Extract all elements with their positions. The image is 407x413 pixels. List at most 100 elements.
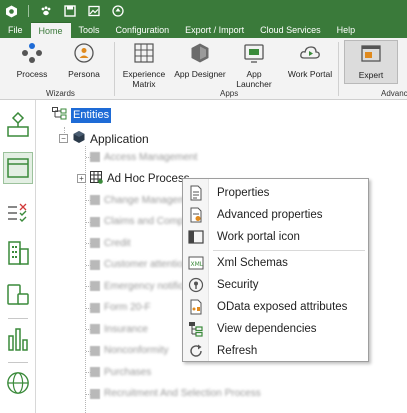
entity-icon bbox=[90, 281, 100, 291]
save-icon[interactable] bbox=[63, 4, 77, 18]
ribbon: Process Persona Experience Matrix App De… bbox=[0, 38, 407, 100]
experience-matrix-icon bbox=[133, 42, 155, 64]
experience-label-line1: Experience bbox=[122, 69, 166, 79]
title-separator bbox=[28, 5, 29, 17]
tree-item-label: Recruitment And Selection Process bbox=[104, 388, 261, 399]
app-launcher-icon bbox=[243, 42, 265, 64]
wizards-group-label: Wizards bbox=[46, 89, 75, 98]
tree-item-label: Ad Hoc Process bbox=[107, 172, 190, 185]
menu-item-label: Refresh bbox=[217, 345, 258, 357]
menu-item-refresh[interactable]: Refresh bbox=[183, 340, 368, 362]
menu-item-label: Advanced properties bbox=[217, 209, 323, 221]
tree-item[interactable]: Insurance bbox=[90, 322, 148, 336]
devices-icon[interactable] bbox=[6, 282, 30, 308]
process-label: Process bbox=[16, 69, 48, 79]
entity-icon bbox=[90, 259, 100, 270]
application-label: Application bbox=[90, 131, 149, 146]
menu-item-security[interactable]: Security bbox=[183, 274, 368, 296]
image-icon[interactable] bbox=[87, 4, 101, 18]
expert-button[interactable]: Expert bbox=[344, 40, 398, 84]
process-button[interactable]: Process bbox=[14, 40, 50, 79]
menu-item-label: OData exposed attributes bbox=[217, 301, 348, 313]
menu-item-odata-exposed-attributes[interactable]: OData exposed attributes bbox=[183, 296, 368, 318]
app-designer-button[interactable]: App Designer bbox=[174, 40, 226, 79]
sidebar-separator bbox=[8, 318, 28, 319]
tab-help[interactable]: Help bbox=[329, 22, 364, 38]
building-icon[interactable] bbox=[6, 240, 30, 266]
experience-matrix-button[interactable]: Experience Matrix bbox=[122, 40, 166, 89]
title-bar bbox=[0, 0, 407, 22]
checklist-icon[interactable] bbox=[6, 200, 30, 226]
entity-icon bbox=[90, 302, 100, 313]
entities-tree-icon bbox=[52, 107, 67, 123]
xml-schema-icon: XML bbox=[183, 255, 209, 271]
paw-icon[interactable] bbox=[39, 4, 53, 18]
tree-item-label: Nonconformity bbox=[104, 345, 169, 356]
entity-icon bbox=[90, 195, 100, 205]
tree-node-application[interactable]: − Application bbox=[59, 130, 149, 147]
tab-tools[interactable]: Tools bbox=[71, 22, 108, 38]
tree-item-label: Customer attention bbox=[104, 259, 189, 270]
entity-icon bbox=[90, 388, 100, 399]
portal-icon bbox=[183, 230, 209, 244]
menu-item-advanced-properties[interactable]: Advanced properties bbox=[183, 204, 368, 226]
tab-cloud-services[interactable]: Cloud Services bbox=[252, 22, 329, 38]
menu-item-properties[interactable]: Properties bbox=[183, 182, 368, 204]
expert-label: Expert bbox=[358, 70, 384, 80]
advanced-properties-icon bbox=[183, 207, 209, 223]
menu-item-xml-schemas[interactable]: XML Xml Schemas bbox=[183, 252, 368, 274]
menu-item-label: Security bbox=[217, 279, 259, 291]
tree-item-label: Form 20-F bbox=[104, 302, 151, 313]
menu-item-label: View dependencies bbox=[217, 323, 317, 335]
menu-item-view-dependencies[interactable]: View dependencies bbox=[183, 318, 368, 340]
expand-toggle[interactable]: + bbox=[77, 174, 86, 183]
window-icon[interactable] bbox=[3, 152, 33, 184]
tree-item-label: Credit bbox=[104, 237, 131, 249]
menu-bar: File Home Tools Configuration Export / I… bbox=[0, 22, 407, 38]
tree-root[interactable]: Entities bbox=[52, 107, 112, 123]
work-portal-button[interactable]: Work Portal bbox=[286, 40, 334, 79]
refresh-icon bbox=[183, 343, 209, 359]
menu-item-work-portal-icon[interactable]: Work portal icon bbox=[183, 226, 368, 248]
globe-icon[interactable] bbox=[6, 370, 30, 396]
experience-label-line2: Matrix bbox=[132, 79, 156, 89]
tab-home[interactable]: Home bbox=[30, 22, 71, 38]
persona-icon bbox=[73, 42, 95, 64]
tab-configuration[interactable]: Configuration bbox=[108, 22, 178, 38]
bar-chart-icon[interactable] bbox=[6, 326, 30, 352]
svg-text:XML: XML bbox=[191, 261, 204, 268]
menu-item-label: Xml Schemas bbox=[217, 257, 288, 269]
entity-icon bbox=[90, 367, 100, 377]
tab-export-import[interactable]: Export / Import bbox=[177, 22, 252, 38]
menu-separator bbox=[213, 250, 365, 251]
sidebar-separator bbox=[8, 362, 28, 363]
odata-icon bbox=[183, 299, 209, 315]
tree-item[interactable]: Nonconformity bbox=[90, 344, 168, 358]
app-launcher-label: App Launcher bbox=[236, 69, 272, 89]
ribbon-group-separator bbox=[114, 42, 115, 96]
persona-button[interactable]: Persona bbox=[66, 40, 102, 79]
process-flow-icon[interactable] bbox=[6, 112, 30, 138]
context-menu: Properties Advanced properties Work port… bbox=[182, 178, 369, 362]
work-portal-icon bbox=[299, 42, 321, 64]
tab-file[interactable]: File bbox=[0, 22, 31, 38]
tree-item-label: Insurance bbox=[104, 323, 148, 335]
entity-icon bbox=[90, 324, 100, 334]
app-logo-icon[interactable] bbox=[4, 4, 18, 18]
tree-item-label: Purchases bbox=[104, 366, 152, 378]
tree-item[interactable]: + Ad Hoc Process bbox=[77, 170, 190, 186]
tree-item[interactable]: Purchases bbox=[90, 365, 151, 379]
apps-group-label: Apps bbox=[220, 89, 239, 98]
entity-icon bbox=[90, 152, 100, 162]
left-sidebar bbox=[0, 100, 36, 413]
tree-item[interactable]: Credit bbox=[90, 236, 131, 250]
expert-icon bbox=[360, 43, 382, 65]
upload-icon[interactable] bbox=[111, 4, 125, 18]
tree-item[interactable]: Access Management bbox=[90, 150, 197, 164]
tree-item[interactable]: Form 20-F bbox=[90, 301, 151, 315]
entities-label: Entities bbox=[71, 107, 112, 123]
collapse-toggle[interactable]: − bbox=[59, 134, 68, 143]
app-launcher-button[interactable]: App Launcher bbox=[228, 40, 280, 89]
tree-item[interactable]: Customer attention bbox=[90, 258, 189, 272]
tree-item[interactable]: Recruitment And Selection Process bbox=[90, 387, 261, 401]
